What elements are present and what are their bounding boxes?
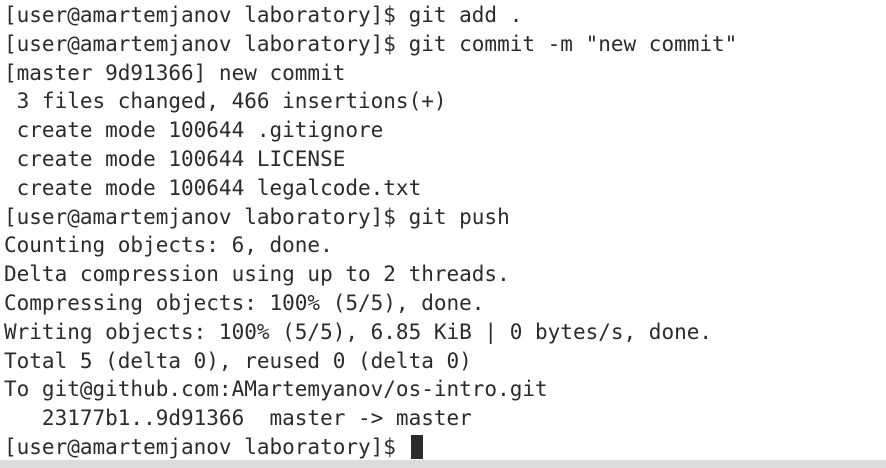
terminal-line: create mode 100644 .gitignore: [4, 118, 384, 143]
terminal-line: [user@amartemjanov laboratory]$ git comm…: [4, 31, 738, 56]
terminal-line: Compressing objects: 100% (5/5), done.: [4, 290, 485, 315]
terminal-line: Total 5 (delta 0), reused 0 (delta 0): [4, 348, 472, 373]
window-bottom-edge: [0, 460, 886, 468]
terminal-line: Writing objects: 100% (5/5), 6.85 KiB | …: [4, 319, 713, 344]
terminal-prompt-line[interactable]: [user@amartemjanov laboratory]$: [4, 433, 737, 462]
terminal-line: Delta compression using up to 2 threads.: [4, 262, 510, 287]
terminal-line: [user@amartemjanov laboratory]$ git push: [4, 204, 510, 229]
terminal-line: [master 9d91366] new commit: [4, 60, 346, 85]
terminal-line: To git@github.com:AMartemyanov/os-intro.…: [4, 377, 548, 402]
terminal-line: [user@amartemjanov laboratory]$ git add …: [4, 3, 523, 27]
terminal-prompt: [user@amartemjanov laboratory]$: [4, 434, 409, 459]
terminal-line: 23177b1..9d91366 master -> master: [4, 406, 472, 431]
terminal-window[interactable]: [user@amartemjanov laboratory]$ git add …: [0, 0, 886, 468]
terminal-line: create mode 100644 legalcode.txt: [4, 175, 422, 200]
terminal-line: Counting objects: 6, done.: [4, 233, 333, 258]
terminal-line: 3 files changed, 466 insertions(+): [4, 89, 447, 114]
text-cursor: [410, 435, 423, 460]
terminal-output: [user@amartemjanov laboratory]$ git add …: [4, 1, 737, 462]
terminal-line: create mode 100644 LICENSE: [4, 146, 346, 171]
